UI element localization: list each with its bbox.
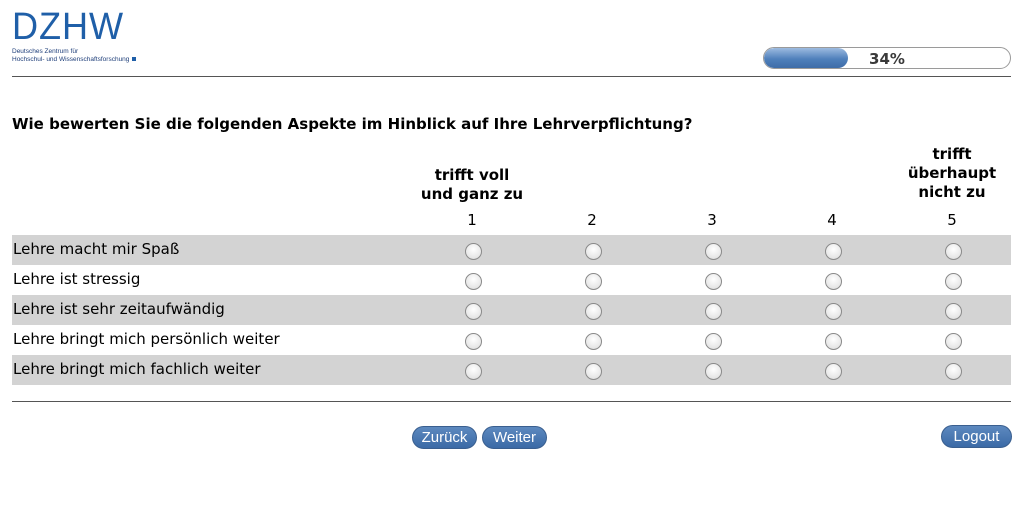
radio-row2-option2[interactable] [585, 273, 602, 290]
radio-row1-option5[interactable] [945, 243, 962, 260]
dzhw-logo: DZHW Deutsches Zentrum für Hochschul- un… [12, 6, 152, 70]
row-label: Lehre macht mir Spaß [13, 240, 180, 258]
radio-row4-option1[interactable] [465, 333, 482, 350]
logout-button[interactable]: Logout [941, 425, 1012, 448]
radio-row1-option3[interactable] [705, 243, 722, 260]
radio-row4-option5[interactable] [945, 333, 962, 350]
radio-row5-option1[interactable] [465, 363, 482, 380]
radio-row2-option5[interactable] [945, 273, 962, 290]
scale-right-anchor: trifft überhaupt nicht zu [887, 145, 1017, 202]
matrix-row-3: Lehre ist sehr zeitaufwändig [12, 295, 1011, 325]
row-label: Lehre bringt mich persönlich weiter [13, 330, 280, 348]
radio-row4-option4[interactable] [825, 333, 842, 350]
next-button[interactable]: Weiter [482, 426, 547, 449]
back-button[interactable]: Zurück [412, 426, 477, 449]
logo-subtitle: Deutsches Zentrum für Hochschul- und Wis… [12, 48, 152, 64]
radio-row1-option4[interactable] [825, 243, 842, 260]
matrix-row-4: Lehre bringt mich persönlich weiter [12, 325, 1011, 355]
logo-subtitle-line1: Deutsches Zentrum für [12, 48, 79, 55]
radio-row5-option2[interactable] [585, 363, 602, 380]
radio-row2-option1[interactable] [465, 273, 482, 290]
progress-bar: 34% [763, 47, 1011, 69]
row-label: Lehre ist stressig [13, 270, 141, 288]
scale-point-5: 5 [947, 211, 957, 229]
scale-right-anchor-line1: trifft [932, 145, 972, 163]
scale-right-anchor-line3: nicht zu [918, 183, 986, 201]
scale-point-1: 1 [467, 211, 477, 229]
matrix-row-5: Lehre bringt mich fachlich weiter [12, 355, 1011, 385]
radio-row3-option5[interactable] [945, 303, 962, 320]
bottom-divider [12, 401, 1011, 402]
radio-row3-option2[interactable] [585, 303, 602, 320]
scale-point-2: 2 [587, 211, 597, 229]
radio-row3-option3[interactable] [705, 303, 722, 320]
radio-row5-option3[interactable] [705, 363, 722, 380]
matrix-row-1: Lehre macht mir Spaß [12, 235, 1011, 265]
row-label: Lehre bringt mich fachlich weiter [13, 360, 261, 378]
radio-row4-option3[interactable] [705, 333, 722, 350]
radio-row5-option5[interactable] [945, 363, 962, 380]
progress-label: 34% [869, 50, 905, 68]
matrix-row-2: Lehre ist stressig [12, 265, 1011, 295]
scale-point-4: 4 [827, 211, 837, 229]
radio-row2-option3[interactable] [705, 273, 722, 290]
radio-row2-option4[interactable] [825, 273, 842, 290]
logo-dot-icon [132, 57, 137, 62]
scale-right-anchor-line2: überhaupt [907, 164, 997, 182]
radio-row4-option2[interactable] [585, 333, 602, 350]
scale-left-anchor-line2: und ganz zu [420, 185, 524, 203]
radio-row5-option4[interactable] [825, 363, 842, 380]
row-label: Lehre ist sehr zeitaufwändig [13, 300, 225, 318]
radio-row3-option4[interactable] [825, 303, 842, 320]
top-divider [12, 76, 1011, 77]
scale-point-3: 3 [707, 211, 717, 229]
scale-left-anchor: trifft voll und ganz zu [407, 166, 537, 204]
logo-wordmark: DZHW [12, 6, 125, 48]
radio-row3-option1[interactable] [465, 303, 482, 320]
logo-subtitle-line2: Hochschul- und Wissenschaftsforschung [12, 56, 130, 63]
question-text: Wie bewerten Sie die folgenden Aspekte i… [12, 115, 693, 133]
radio-row1-option2[interactable] [585, 243, 602, 260]
scale-left-anchor-line1: trifft voll [434, 166, 510, 184]
radio-row1-option1[interactable] [465, 243, 482, 260]
